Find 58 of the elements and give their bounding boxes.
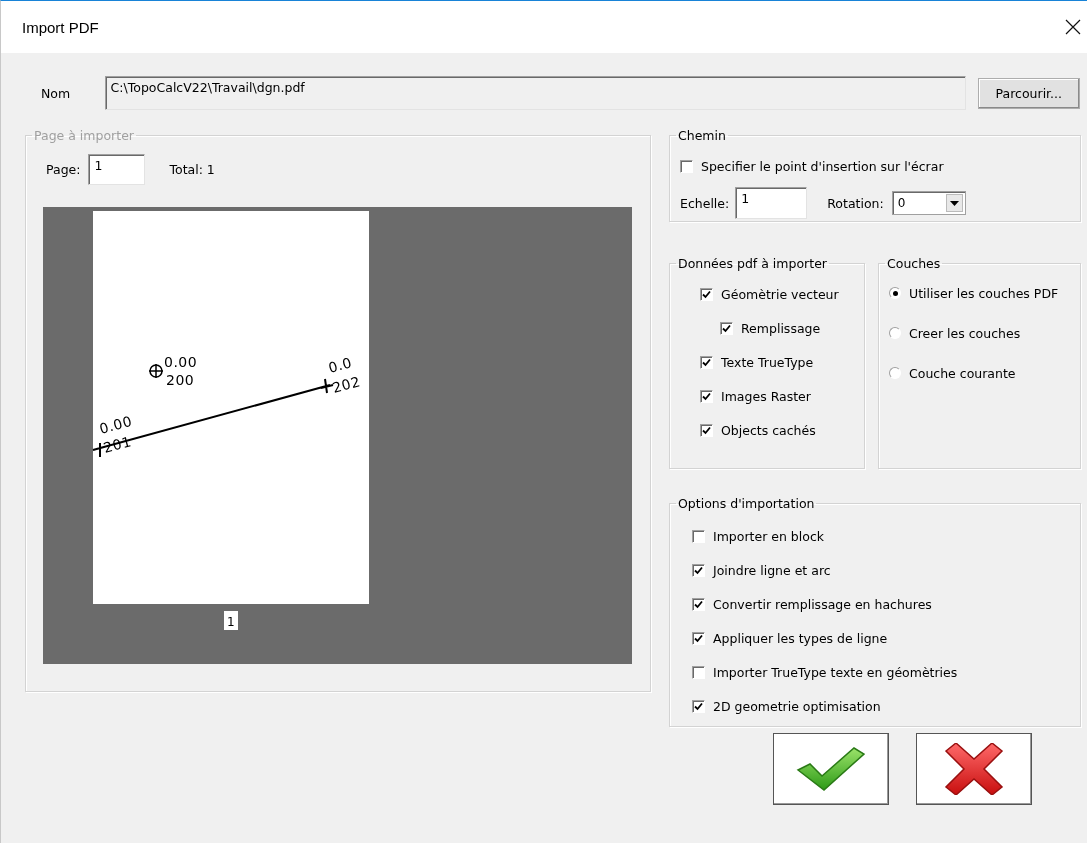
checkbox[interactable] [692,563,705,577]
radio-label: Creer les couches [909,325,1021,341]
cancel-button[interactable] [916,733,1032,805]
group-title: Données pdf à importer [678,256,827,271]
checkbox[interactable] [692,665,705,679]
scale-field[interactable]: 1 [735,187,808,219]
rotation-dropdown[interactable]: 0 [891,191,966,215]
checkbox[interactable] [700,287,713,301]
checkbox-label: Importer TrueType texte en géomètries [713,664,958,680]
checkbox-label: Objects cachés [721,422,816,438]
checkbox-label: Convertir remplissage en hachures [713,596,932,612]
checkmark-icon [796,746,866,792]
point-elevation-label: 0.00 [97,412,134,437]
radio-label: Utiliser les couches PDF [909,285,1059,301]
checkbox-label: 2D geometrie optimisation [713,698,881,714]
checkbox[interactable] [692,631,705,645]
checkbox[interactable] [692,699,705,713]
group-title: Page à importer [34,128,134,143]
checkbox[interactable] [680,160,693,173]
radio-button[interactable] [889,367,901,379]
group-title: Chemin [678,128,726,143]
checkbox-label: Joindre ligne et arc [713,562,831,578]
close-icon[interactable] [1065,19,1081,35]
checkbox[interactable] [692,529,705,543]
browse-button[interactable]: Parcourir... [977,77,1080,109]
checkbox[interactable] [700,423,713,437]
point-number-label: 200 [166,372,195,388]
group-title: Couches [887,256,941,271]
checkbox[interactable] [692,597,705,611]
field-label: Nom [40,85,72,101]
field-label: Page: [46,161,81,177]
window-title: Import PDF [22,18,99,36]
page-total: Total: 1 [169,161,215,177]
page-number-label: 1 [224,611,238,630]
checkbox-label: Texte TrueType [721,354,814,370]
checkbox[interactable] [700,389,713,403]
checkbox-label: Specifier le point d'insertion sur l'écrar [701,159,944,174]
checkbox-label: Géomètrie vecteur [721,286,839,302]
file-path-field[interactable]: C:\TopoCalcV22\Travail\dgn.pdf [104,76,966,110]
checkbox[interactable] [700,355,713,369]
ok-button[interactable] [773,733,889,805]
group-title: Options d'importation [678,496,815,511]
checkbox-label: Importer en block [713,528,825,544]
radio-button[interactable] [889,327,901,339]
point-number-label: 202 [330,373,363,396]
radio-button[interactable] [889,287,901,299]
dropdown-arrow-icon [949,200,959,206]
checkbox-label: Remplissage [741,320,821,336]
radio-label: Couche courante [909,365,1016,381]
checkbox[interactable] [720,321,733,335]
field-label: Echelle: [680,195,730,211]
point-elevation-label: 0.0 [326,354,354,376]
point-elevation-label: 0.00 [164,354,198,370]
cross-icon [944,743,1004,795]
survey-point-icon [148,363,164,379]
checkbox-label: Images Raster [721,388,811,404]
checkbox-label: Appliquer les types de ligne [713,630,888,646]
field-label: Rotation: [827,195,884,211]
